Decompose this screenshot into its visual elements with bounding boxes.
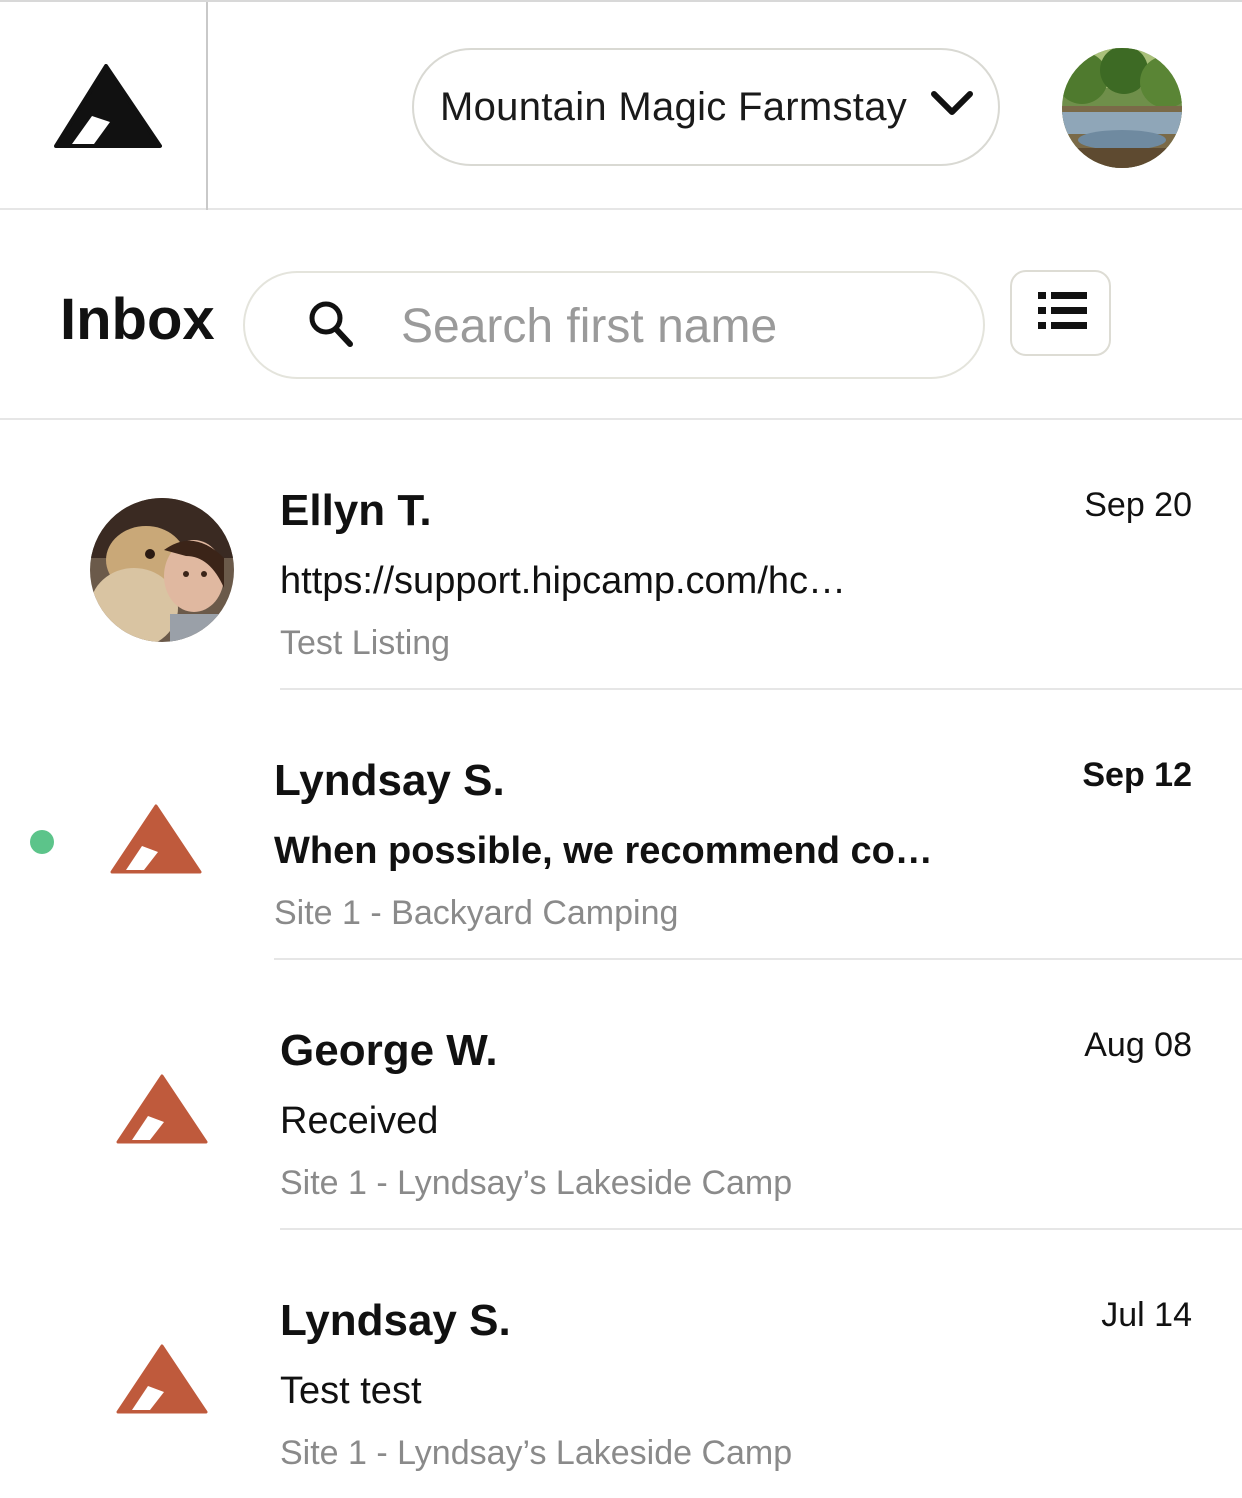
- conversation-item[interactable]: George W. Received Site 1 - Lyndsay’s La…: [0, 960, 1242, 1230]
- message-date: Sep 12: [1082, 756, 1192, 794]
- inbox-page: Mountain Magic Farmstay Inbox Search fir…: [0, 0, 1242, 1498]
- conversation-item[interactable]: Lyndsay S. Test test Site 1 - Lyndsay’s …: [0, 1230, 1242, 1498]
- page-title: Inbox: [60, 287, 215, 352]
- tent-icon: [110, 804, 202, 874]
- message-date: Aug 08: [1084, 1026, 1192, 1064]
- user-avatar[interactable]: [1062, 48, 1182, 168]
- message-date: Jul 14: [1101, 1296, 1192, 1334]
- message-date: Sep 20: [1084, 486, 1192, 524]
- hipcamp-logo-icon: [54, 64, 162, 148]
- top-bar: Mountain Magic Farmstay: [0, 0, 1242, 210]
- message-preview: https://support.hipcamp.com/hc…: [280, 560, 847, 602]
- home-logo-button[interactable]: [0, 2, 208, 210]
- guest-name: George W.: [280, 1026, 498, 1075]
- message-preview: Test test: [280, 1370, 422, 1412]
- user-avatar-photo: [1062, 48, 1182, 168]
- guest-avatar-photo: [90, 498, 234, 642]
- listing-name: Site 1 - Lyndsay’s Lakeside Camp: [280, 1434, 793, 1472]
- search-icon: [309, 301, 353, 347]
- list-view-button[interactable]: [1010, 270, 1111, 356]
- guest-name: Ellyn T.: [280, 486, 432, 535]
- guest-name: Lyndsay S.: [274, 756, 505, 805]
- unread-dot-icon: [30, 830, 54, 854]
- conversation-item[interactable]: Lyndsay S. When possible, we recommend c…: [0, 690, 1242, 960]
- message-preview: When possible, we recommend co…: [274, 830, 933, 872]
- guest-avatar: [90, 498, 234, 642]
- tent-icon: [116, 1344, 208, 1414]
- inbox-header: Inbox: [0, 210, 1242, 420]
- list-icon: [1038, 292, 1087, 329]
- message-preview: Received: [280, 1100, 439, 1142]
- chevron-down-icon: [931, 91, 973, 115]
- property-selector[interactable]: Mountain Magic Farmstay: [412, 48, 1000, 166]
- listing-name: Site 1 - Backyard Camping: [274, 894, 679, 932]
- property-selector-label: Mountain Magic Farmstay: [440, 84, 908, 129]
- tent-icon: [116, 1074, 208, 1144]
- search-input[interactable]: [401, 291, 961, 361]
- search-box[interactable]: [243, 271, 985, 379]
- listing-name: Test Listing: [280, 624, 451, 662]
- conversation-item[interactable]: Ellyn T. https://support.hipcamp.com/hc……: [0, 420, 1242, 690]
- guest-name: Lyndsay S.: [280, 1296, 511, 1345]
- listing-name: Site 1 - Lyndsay’s Lakeside Camp: [280, 1164, 793, 1202]
